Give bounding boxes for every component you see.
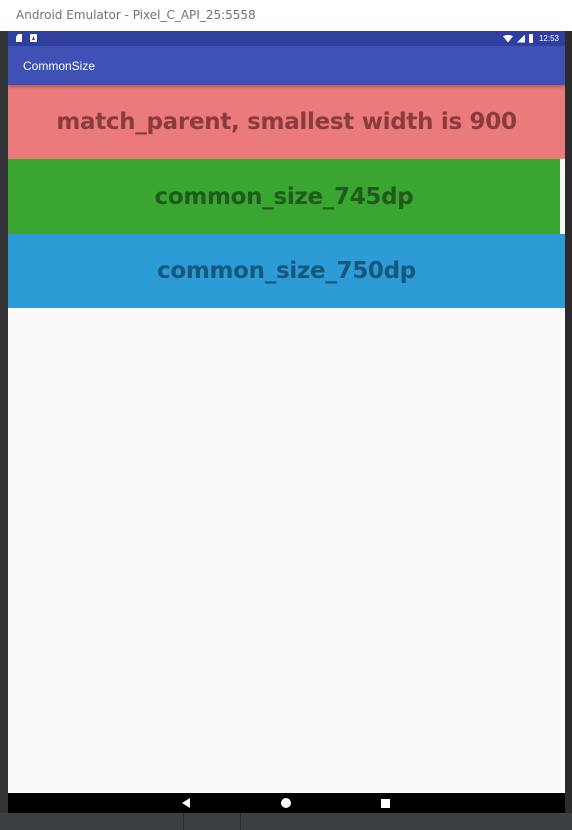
match-parent-label: match_parent, smallest width is 900 — [56, 109, 517, 135]
battery-icon — [528, 34, 533, 43]
common-size-750dp-label: common_size_750dp — [157, 258, 416, 284]
recents-icon[interactable] — [381, 799, 390, 808]
sd-card-icon — [16, 34, 22, 42]
wifi-icon — [502, 34, 513, 43]
emulator-window-title: Android Emulator - Pixel_C_API_25:5558 — [0, 0, 572, 31]
match-parent-block: match_parent, smallest width is 900 — [8, 85, 565, 159]
android-notification-icon — [30, 34, 37, 42]
emulator-screen[interactable]: 12:53 CommonSize match_parent, smallest … — [8, 31, 565, 813]
app-title: CommonSize — [23, 59, 96, 73]
common-size-745dp-block: common_size_745dp — [8, 159, 560, 234]
home-icon[interactable] — [281, 798, 291, 808]
status-bar: 12:53 — [8, 31, 565, 46]
back-icon[interactable] — [182, 798, 190, 808]
app-bar: CommonSize — [8, 46, 565, 85]
navigation-bar — [8, 793, 565, 813]
status-time: 12:53 — [538, 34, 559, 43]
ide-background-left — [0, 0, 8, 830]
ide-background-bottom — [0, 813, 572, 830]
common-size-750dp-block: common_size_750dp — [8, 234, 565, 308]
ide-background-right — [565, 0, 572, 830]
signal-icon — [516, 34, 525, 43]
common-size-745dp-label: common_size_745dp — [154, 183, 414, 210]
